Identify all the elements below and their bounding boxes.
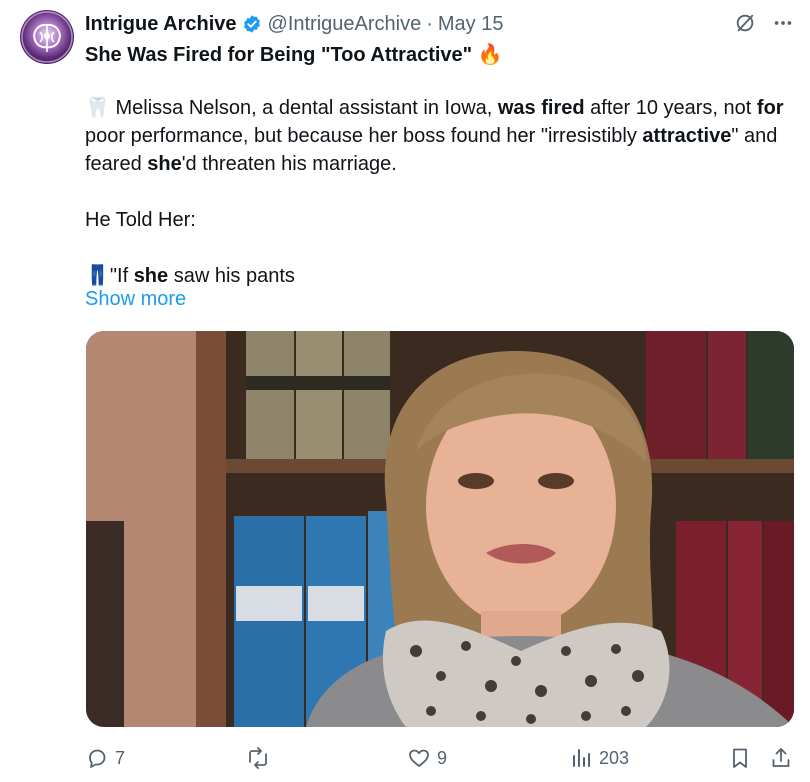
reply-icon	[89, 749, 106, 768]
text-run: Melissa Nelson, a dental assistant in Io…	[109, 97, 498, 119]
text-run: after 10 years, not	[584, 97, 757, 119]
reply-button[interactable]: 7	[85, 740, 125, 776]
bookmark-button[interactable]	[728, 740, 752, 776]
repost-button[interactable]	[245, 740, 277, 776]
tweet-paragraph: He Told Her:	[85, 209, 196, 231]
jeans-emoji-icon: 👖	[85, 265, 110, 287]
like-button[interactable]: 9	[407, 740, 447, 776]
author-handle[interactable]: @IntrigueArchive	[268, 13, 422, 36]
share-button[interactable]	[769, 740, 793, 776]
grok-icon[interactable]	[734, 12, 756, 34]
bold-text-run: for	[756, 97, 784, 119]
text-run: "If	[109, 265, 134, 287]
tweet-header: Intrigue Archive @IntrigueArchive · May …	[85, 11, 790, 37]
header-actions	[734, 12, 794, 34]
tweet-date[interactable]: May 15	[438, 13, 504, 36]
share-icon	[772, 748, 790, 767]
verified-badge-icon	[242, 14, 262, 34]
heart-icon	[409, 749, 429, 767]
view-count: 203	[599, 747, 630, 768]
more-options-icon[interactable]	[772, 12, 794, 34]
repost-icon	[249, 747, 267, 769]
like-count: 9	[437, 747, 448, 768]
tweet-title-text: She Was Fired for Being "Too Attractive"	[85, 44, 473, 66]
reply-count: 7	[115, 747, 126, 768]
show-more-link[interactable]: Show more	[85, 288, 186, 311]
tweet-body: 🦷 Melissa Nelson, a dental assistant in …	[85, 94, 790, 290]
tweet-title: She Was Fired for Being "Too Attractive"…	[85, 42, 503, 67]
tweet-action-bar: 7 9 203	[85, 740, 795, 776]
text-run: saw his pants	[168, 265, 295, 287]
avatar[interactable]	[20, 10, 74, 64]
text-run: poor performance, but because her boss f…	[85, 125, 643, 147]
author-name[interactable]: Intrigue Archive	[85, 13, 237, 36]
tweet-media-photo[interactable]	[86, 331, 794, 727]
header-separator: ·	[426, 12, 433, 35]
photo-illustration	[86, 331, 794, 727]
bold-text-run: was fired	[497, 97, 585, 119]
bookmark-icon	[733, 748, 747, 768]
tweet-paragraph: 👖"If she saw his pants	[85, 262, 790, 290]
bold-text-run: attractive	[642, 125, 732, 147]
views-chart-icon	[573, 749, 590, 767]
bold-text-run: she	[133, 265, 169, 287]
views-button[interactable]: 203	[569, 740, 629, 776]
tweet-paragraph: 🦷 Melissa Nelson, a dental assistant in …	[85, 94, 790, 178]
tooth-emoji-icon: 🦷	[85, 97, 110, 119]
text-run: 'd threaten his marriage.	[181, 153, 397, 175]
avatar-brain-logo	[21, 11, 73, 63]
bold-text-run: she	[147, 153, 182, 175]
fire-emoji-icon: 🔥	[477, 44, 503, 66]
